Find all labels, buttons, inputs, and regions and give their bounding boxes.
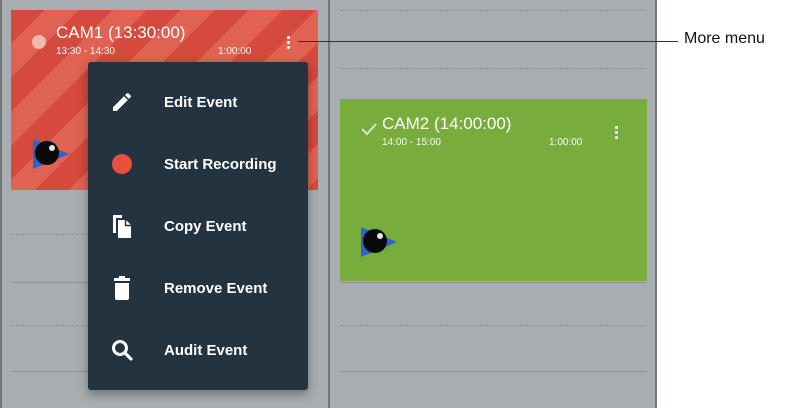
grid-line: [340, 68, 647, 69]
pencil-icon: [108, 88, 136, 116]
event-title: CAM1 (13:30:00): [56, 23, 186, 42]
grid-line: [11, 234, 88, 235]
grid-column-divider: [0, 0, 2, 408]
event-duration: 1:00:00: [549, 137, 583, 148]
event-time-range: 13:30 - 14:30: [56, 46, 115, 57]
event-time-range: 14:00 - 15:00: [382, 137, 441, 148]
grid-line: [340, 282, 647, 283]
check-icon: [361, 123, 377, 136]
grid-line: [11, 371, 88, 372]
menu-item-label: Edit Event: [164, 93, 238, 111]
grid-line: [340, 325, 647, 326]
context-menu: Edit Event Start Recording Copy Event Re…: [88, 62, 308, 390]
menu-item-remove-event[interactable]: Remove Event: [88, 260, 308, 316]
copy-icon: [108, 212, 136, 240]
callout-leader-line: [298, 41, 678, 42]
robot-icon: [361, 227, 397, 257]
robot-icon: [33, 139, 69, 169]
more-menu-button[interactable]: [280, 33, 296, 51]
record-dot-icon: [108, 150, 136, 178]
menu-item-label: Remove Event: [164, 279, 268, 297]
grid-line: [11, 282, 88, 283]
menu-item-label: Audit Event: [164, 341, 248, 359]
trash-icon: [108, 274, 136, 302]
menu-item-copy-event[interactable]: Copy Event: [88, 198, 308, 254]
more-menu-button[interactable]: [608, 123, 624, 141]
event-duration: 1:00:00: [218, 46, 252, 57]
menu-item-edit-event[interactable]: Edit Event: [88, 74, 308, 130]
menu-item-label: Copy Event: [164, 217, 247, 235]
grid-line: [340, 10, 647, 11]
event-title: CAM2 (14:00:00): [382, 114, 512, 133]
menu-item-audit-event[interactable]: Audit Event: [88, 322, 308, 378]
search-icon: [108, 336, 136, 364]
callout-label: More menu: [684, 30, 765, 47]
status-icon: [32, 35, 46, 49]
event-cam2[interactable]: CAM2 (14:00:00) 14:00 - 15:00 1:00:00: [340, 99, 647, 281]
grid-line: [340, 371, 647, 372]
grid-column-divider: [328, 0, 330, 408]
menu-item-start-recording[interactable]: Start Recording: [88, 136, 308, 192]
menu-item-label: Start Recording: [164, 155, 277, 173]
grid-line: [11, 325, 88, 326]
grid-column-divider: [655, 0, 657, 408]
